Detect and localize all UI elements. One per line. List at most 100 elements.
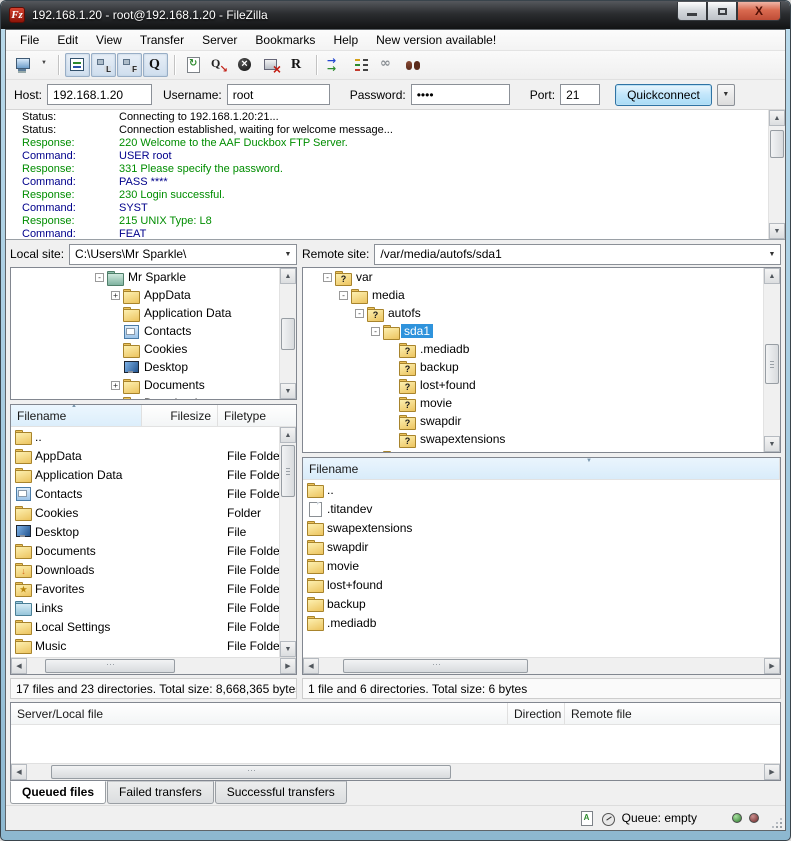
scroll-left-button[interactable]: ◀ (303, 658, 319, 674)
tree-item-autofs[interactable]: - autofs (303, 304, 780, 322)
tree-item-backup[interactable]: backup (303, 358, 780, 376)
scrollbar-thumb[interactable] (45, 659, 175, 673)
minimize-button[interactable] (677, 2, 707, 21)
queue-horizontal-scrollbar[interactable]: ◀ ▶ (11, 763, 780, 780)
scroll-up-button[interactable]: ▲ (764, 268, 780, 284)
tree-item-cookies[interactable]: Cookies (11, 340, 296, 358)
scroll-right-button[interactable]: ▶ (764, 658, 780, 674)
file-row-downloads[interactable]: Downloads File Folder (11, 560, 296, 579)
tree-item-lost-found[interactable]: lost+found (303, 376, 780, 394)
tree-expander[interactable]: + (111, 291, 120, 300)
toolbar-filename-filters-button[interactable] (401, 53, 426, 77)
file-row-links[interactable]: Links File Folder (11, 598, 296, 617)
tree-item-swapextensions[interactable]: swapextensions (303, 430, 780, 448)
file-row-desktop[interactable]: Desktop File (11, 522, 296, 541)
scroll-down-button[interactable]: ▼ (280, 641, 296, 657)
column-header-filetype[interactable]: Filetype (218, 405, 296, 426)
tree-item-downloads[interactable]: + Downloads (11, 394, 296, 400)
tree-item-dvd[interactable]: dvd (303, 448, 780, 453)
tree-expander[interactable]: + (111, 381, 120, 390)
toolbar-directory-comparison-button[interactable] (323, 53, 348, 77)
file-row-mediadb[interactable]: .mediadb (303, 613, 780, 632)
username-input[interactable] (227, 84, 330, 105)
menu-item-bookmarks[interactable]: Bookmarks (247, 31, 323, 49)
file-row-backup[interactable]: backup (303, 594, 780, 613)
file-row-titandev[interactable]: .titandev (303, 499, 780, 518)
local-tree-vertical-scrollbar[interactable]: ▲ ▼ (279, 268, 296, 399)
combo-caret-icon[interactable]: ▼ (764, 245, 780, 264)
tree-item-contacts[interactable]: Contacts (11, 322, 296, 340)
toolbar-reconnect-button[interactable] (285, 53, 310, 77)
tree-item-application-data[interactable]: Application Data (11, 304, 296, 322)
local-list-horizontal-scrollbar[interactable]: ◀ ▶ (11, 657, 296, 674)
scroll-down-button[interactable]: ▼ (769, 223, 785, 239)
file-row-lost-found[interactable]: lost+found (303, 575, 780, 594)
toolbar-refresh-button[interactable] (181, 53, 206, 77)
scrollbar-thumb[interactable] (281, 318, 295, 350)
tree-item-swapdir[interactable]: swapdir (303, 412, 780, 430)
scroll-right-button[interactable]: ▶ (764, 764, 780, 780)
toolbar-speed-limits-button[interactable] (375, 53, 400, 77)
column-header-remote-file[interactable]: Remote file (565, 703, 780, 724)
scrollbar-thumb[interactable] (770, 130, 784, 158)
tree-expander[interactable]: - (323, 273, 332, 282)
resize-grip[interactable] (772, 818, 782, 828)
file-row-music[interactable]: Music File Folder (11, 636, 296, 655)
toolbar-toggle-queue-button[interactable] (143, 53, 168, 77)
file-row-application-data[interactable]: Application Data File Folder (11, 465, 296, 484)
menu-item-transfer[interactable]: Transfer (132, 31, 192, 49)
toolbar-open-site-manager-button[interactable] (11, 53, 36, 77)
tree-item-appdata[interactable]: + AppData (11, 286, 296, 304)
file-row-cookies[interactable]: Cookies Folder (11, 503, 296, 522)
menu-item-edit[interactable]: Edit (49, 31, 86, 49)
remote-tree-vertical-scrollbar[interactable]: ▲ ▼ (763, 268, 780, 452)
remote-site-combobox[interactable]: /var/media/autofs/sda1 ▼ (374, 244, 781, 265)
tab-successful-transfers[interactable]: Successful transfers (215, 781, 347, 804)
column-header-server-local-file[interactable]: Server/Local file (11, 703, 508, 724)
tree-item-movie[interactable]: movie (303, 394, 780, 412)
tree-expander[interactable]: + (111, 399, 120, 401)
menu-item-server[interactable]: Server (194, 31, 245, 49)
tree-item-media[interactable]: - media (303, 286, 780, 304)
log-vertical-scrollbar[interactable]: ▲ ▼ (768, 110, 785, 239)
file-row-swapextensions[interactable]: swapextensions (303, 518, 780, 537)
password-input[interactable] (411, 84, 510, 105)
column-header-direction[interactable]: Direction (508, 703, 565, 724)
tree-item-mediadb[interactable]: .mediadb (303, 340, 780, 358)
close-button[interactable]: X (737, 2, 781, 21)
file-row-item[interactable]: .. (11, 427, 296, 446)
file-row-appdata[interactable]: AppData File Folder (11, 446, 296, 465)
scrollbar-thumb[interactable] (51, 765, 451, 779)
scrollbar-thumb[interactable] (765, 344, 779, 384)
quickconnect-button[interactable]: Quickconnect (615, 84, 712, 106)
local-site-combobox[interactable]: C:\Users\Mr Sparkle\ ▼ (69, 244, 297, 265)
scroll-left-button[interactable]: ◀ (11, 764, 27, 780)
combo-caret-icon[interactable]: ▼ (280, 245, 296, 264)
toolbar-disconnect-button[interactable] (259, 53, 284, 77)
column-header-filename[interactable]: Filename (303, 458, 780, 479)
scroll-down-button[interactable]: ▼ (280, 383, 296, 399)
file-row-contacts[interactable]: Contacts File Folder (11, 484, 296, 503)
toolbar-synchronized-browsing-button[interactable] (349, 53, 374, 77)
tree-item-desktop[interactable]: Desktop (11, 358, 296, 376)
tab-queued-files[interactable]: Queued files (10, 781, 106, 804)
tree-expander[interactable]: - (339, 291, 348, 300)
tree-item-mr-sparkle[interactable]: - Mr Sparkle (11, 268, 296, 286)
scroll-left-button[interactable]: ◀ (11, 658, 27, 674)
scroll-up-button[interactable]: ▲ (280, 427, 296, 443)
toolbar-process-queue-button[interactable] (207, 53, 232, 77)
column-header-filename[interactable]: Filename (11, 405, 142, 426)
toolbar-toggle-remote-tree-button[interactable] (117, 53, 142, 77)
quickconnect-dropdown-button[interactable]: ▼ (717, 84, 735, 106)
tree-expander[interactable]: - (371, 327, 380, 336)
scroll-down-button[interactable]: ▼ (764, 436, 780, 452)
file-row-movie[interactable]: movie (303, 556, 780, 575)
remote-list-horizontal-scrollbar[interactable]: ◀ ▶ (303, 657, 780, 674)
file-row-favorites[interactable]: Favorites File Folder (11, 579, 296, 598)
scroll-up-button[interactable]: ▲ (769, 110, 785, 126)
scroll-right-button[interactable]: ▶ (280, 658, 296, 674)
menu-item-help[interactable]: Help (325, 31, 366, 49)
local-list-vertical-scrollbar[interactable]: ▲ ▼ (279, 427, 296, 657)
tree-item-documents[interactable]: + Documents (11, 376, 296, 394)
menu-item-view[interactable]: View (88, 31, 130, 49)
